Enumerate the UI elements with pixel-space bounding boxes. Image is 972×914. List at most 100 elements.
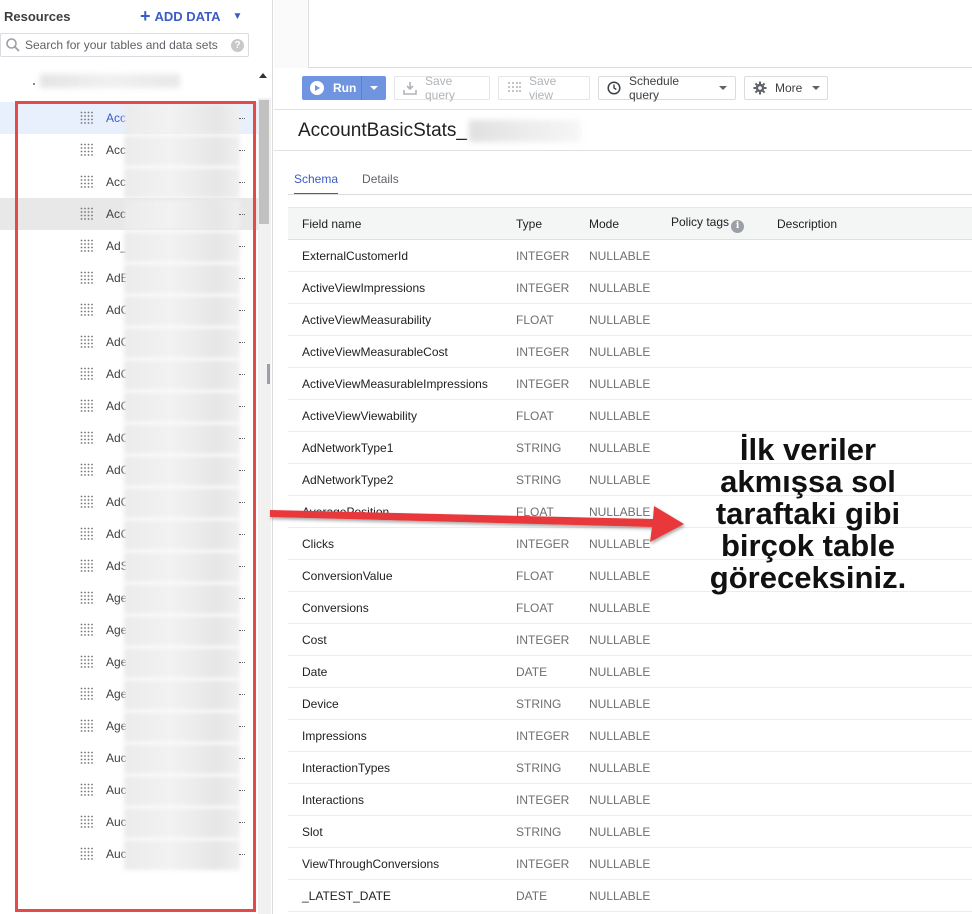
table-list-item[interactable]: Acc [0,102,258,134]
more-actions-icon[interactable] [239,278,245,279]
table-list-item[interactable]: AdC [0,422,258,454]
resources-panel: Resources + ADD DATA ▼ ? Acc Acc Acc Acc Ad_… [0,0,273,914]
field-name: ActiveViewViewability [288,399,502,432]
annotation-line: göreceksiniz. [709,560,907,595]
table-list-item[interactable]: AdE [0,262,258,294]
more-actions-icon[interactable] [239,566,245,567]
tab-details[interactable]: Details [362,163,399,195]
more-actions-icon[interactable] [239,534,245,535]
help-icon[interactable]: ? [231,38,244,52]
schema-row: Impressions INTEGER NULLABLE [288,719,972,752]
resources-scrollbar[interactable] [258,98,271,914]
table-icon [80,751,93,764]
more-actions-icon[interactable] [239,310,245,311]
table-list-item[interactable]: Acc [0,198,258,230]
table-list-item[interactable]: Auc [0,838,258,870]
table-list-item[interactable]: Auc [0,774,258,806]
table-list-item[interactable]: AdC [0,358,258,390]
table-icon [80,687,93,700]
more-actions-icon[interactable] [239,214,245,215]
more-actions-icon[interactable] [239,854,245,855]
more-actions-icon[interactable] [239,118,245,119]
save-query-button[interactable]: Save query [394,74,490,102]
field-description [763,815,972,848]
table-name: AdC [106,431,126,445]
more-actions-icon[interactable] [239,790,245,791]
more-actions-icon[interactable] [239,598,245,599]
resource-search-box[interactable]: ? [0,33,249,57]
table-icon [80,367,93,380]
table-list-item[interactable]: Age [0,582,258,614]
field-mode: NULLABLE [575,751,657,784]
field-mode: NULLABLE [575,719,657,752]
schedule-query-button[interactable]: Schedule query [598,74,736,102]
panel-resize-handle[interactable] [267,364,270,384]
caret-down-icon[interactable]: ▼ [232,11,242,22]
table-list-item[interactable]: AdC [0,454,258,486]
table-list-item[interactable]: AdC [0,326,258,358]
run-dropdown[interactable] [362,76,386,100]
more-actions-icon[interactable] [239,246,245,247]
more-actions-icon[interactable] [239,726,245,727]
field-name: ActiveViewMeasurableCost [288,335,502,368]
more-actions-icon[interactable] [239,694,245,695]
tab-schema[interactable]: Schema [294,163,339,195]
field-description [763,303,972,336]
table-title-redacted [468,120,581,142]
query-editor[interactable] [274,0,972,68]
more-actions-icon[interactable] [239,438,245,439]
scroll-up-arrow[interactable] [259,73,267,78]
field-name: AdNetworkType2 [288,463,502,496]
table-list-item[interactable]: Ad_ [0,230,258,262]
table-icon [80,655,93,668]
table-list-item[interactable]: Auc [0,742,258,774]
table-list-item[interactable]: Acc [0,134,258,166]
table-name-redacted [124,456,240,486]
table-list-item[interactable]: Acc [0,166,258,198]
table-name-redacted [124,840,240,870]
field-description [763,271,972,304]
table-name-redacted [124,264,240,294]
table-list-item[interactable]: AdS [0,550,258,582]
table-icon [80,271,93,284]
column-header-mode: Mode [575,207,657,240]
more-actions-icon[interactable] [239,630,245,631]
table-list-item[interactable]: Age [0,678,258,710]
save-view-button[interactable]: Save view [498,74,590,102]
field-mode: NULLABLE [575,431,657,464]
table-list-item[interactable]: AdC [0,390,258,422]
run-button[interactable]: Run [302,76,386,100]
schema-row: Interactions INTEGER NULLABLE [288,783,972,816]
table-list-item[interactable]: Age [0,614,258,646]
more-actions-icon[interactable] [239,470,245,471]
schema-row: ActiveViewMeasurableImpressions INTEGER NU… [288,367,972,400]
scrollbar-thumb[interactable] [259,100,269,224]
field-type: INTEGER [502,623,575,656]
query-toolbar: Run Save query Save view Schedule query [274,68,972,110]
table-list-item[interactable]: Age [0,646,258,678]
more-actions-icon[interactable] [239,374,245,375]
info-icon[interactable]: i [731,219,745,233]
field-name: _LATEST_DATE [288,879,502,912]
table-icon [80,431,93,444]
more-actions-icon[interactable] [239,758,245,759]
table-icon [80,719,93,732]
more-actions-icon[interactable] [239,406,245,407]
table-list-item[interactable]: Age [0,710,258,742]
table-list-item[interactable]: AdC [0,294,258,326]
more-actions-icon[interactable] [239,502,245,503]
table-list-item[interactable]: AdC [0,486,258,518]
more-actions-icon[interactable] [239,342,245,343]
add-data-button[interactable]: + ADD DATA ▼ [140,7,242,25]
resources-title: Resources [4,9,71,24]
more-actions-icon[interactable] [239,182,245,183]
table-list-item[interactable]: Auc [0,806,258,838]
table-list-item[interactable]: AdC [0,518,258,550]
project-row[interactable] [0,68,258,90]
more-actions-icon[interactable] [239,822,245,823]
field-policy-tags [657,815,763,848]
more-button[interactable]: More [744,76,828,100]
more-actions-icon[interactable] [239,662,245,663]
more-actions-icon[interactable] [239,150,245,151]
search-input[interactable] [25,38,231,52]
